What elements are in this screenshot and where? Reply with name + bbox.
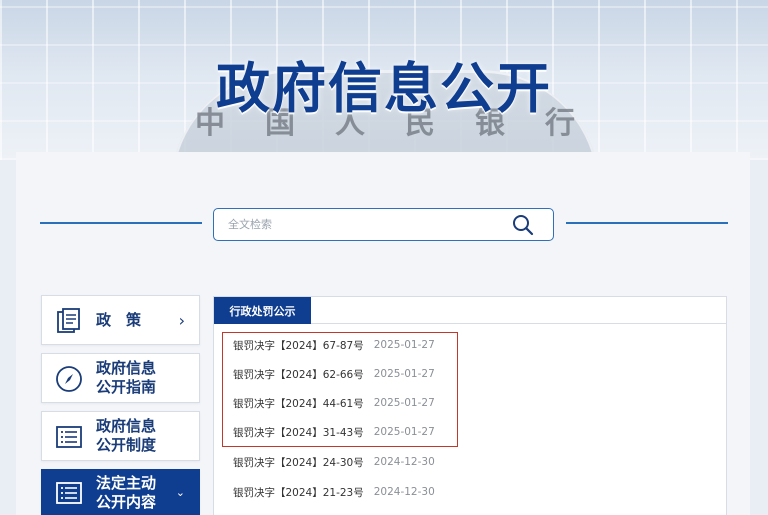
search-box (213, 208, 554, 241)
compass-icon (56, 366, 82, 392)
list-item[interactable]: 银罚决字【2024】21-23号 2024-12-30 (233, 484, 435, 500)
list-item[interactable]: 银罚决字【2024】62-66号 2025-01-27 (233, 366, 435, 382)
sidebar-item-label: 政 策 (96, 311, 142, 329)
list-icon (56, 482, 82, 504)
chevron-right-icon: › (178, 310, 185, 330)
tab-underline (311, 323, 726, 324)
sidebar-item-guide[interactable]: 政府信息 公开指南 (41, 353, 200, 403)
publish-date: 2024-12-30 (373, 486, 435, 498)
list-item[interactable]: 银罚决字【2024】31-43号 2025-01-27 (233, 424, 435, 440)
header-banner: 中 国 人 民 银 行 政府信息公开 (0, 0, 768, 160)
list-item[interactable]: 银罚决字【2024】24-30号 2024-12-30 (233, 454, 435, 470)
tab-administrative-penalty[interactable]: 行政处罚公示 (214, 297, 311, 324)
document-number-link[interactable]: 银罚决字【2024】21-23号 (233, 485, 364, 500)
sidebar-item-mandatory-disclosure[interactable]: 法定主动 公开内容 ⌄ (41, 469, 200, 515)
publish-date: 2025-01-27 (373, 397, 435, 409)
sidebar-item-policy[interactable]: 政 策 › (41, 295, 200, 345)
sidebar-item-system[interactable]: 政府信息 公开制度 (41, 411, 200, 461)
document-number-link[interactable]: 银罚决字【2024】44-61号 (233, 396, 364, 411)
publish-date: 2025-01-27 (373, 426, 435, 438)
sidebar-item-label: 法定主动 公开内容 (96, 474, 157, 511)
document-number-link[interactable]: 银罚决字【2024】31-43号 (233, 425, 364, 440)
publish-date: 2025-01-27 (373, 368, 435, 380)
sidebar-item-label: 政府信息 公开制度 (96, 417, 157, 454)
list-item[interactable]: 银罚决字【2024】44-61号 2025-01-27 (233, 395, 435, 411)
chevron-down-icon: ⌄ (175, 485, 185, 499)
document-stack-icon (57, 308, 80, 333)
search-divider-right (566, 222, 728, 224)
document-number-link[interactable]: 银罚决字【2024】24-30号 (233, 455, 364, 470)
publish-date: 2024-12-30 (373, 456, 435, 468)
search-input[interactable] (228, 218, 498, 231)
document-number-link[interactable]: 银罚决字【2024】62-66号 (233, 367, 364, 382)
sidebar-item-label: 政府信息 公开指南 (96, 359, 157, 396)
page-title: 政府信息公开 (216, 57, 552, 120)
list-item[interactable]: 银罚决字【2024】67-87号 2025-01-27 (233, 337, 435, 353)
document-number-link[interactable]: 银罚决字【2024】67-87号 (233, 338, 364, 353)
search-icon[interactable] (511, 213, 535, 237)
list-icon (56, 426, 82, 448)
search-divider-left (40, 222, 202, 224)
publish-date: 2025-01-27 (373, 339, 435, 351)
